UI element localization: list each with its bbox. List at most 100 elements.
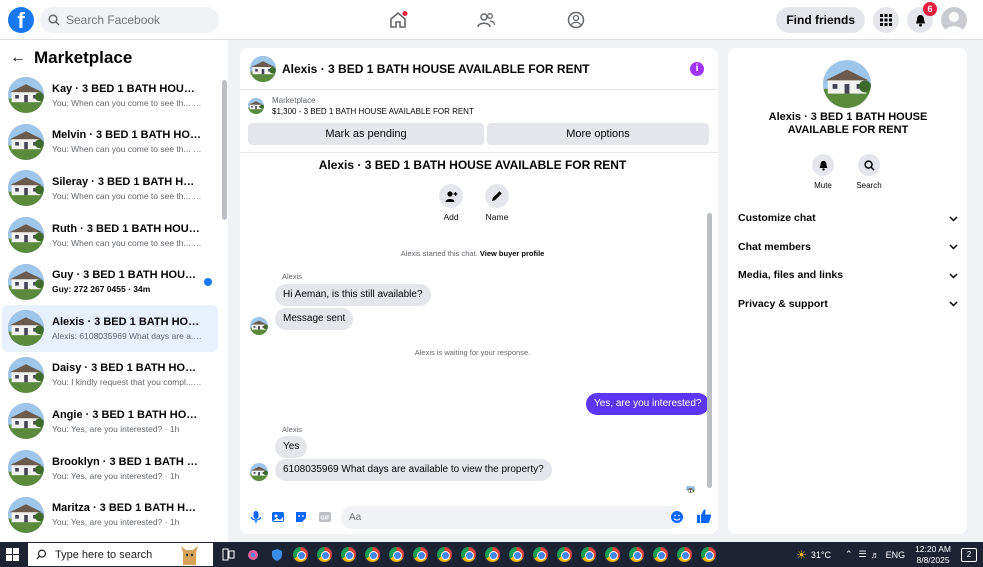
conversation-item[interactable]: Guy · 3 BED 1 BATH HOUSE AV... Guy: 272 2… xyxy=(2,258,218,305)
notification-center-icon[interactable]: 2 xyxy=(961,547,977,562)
conversation-item[interactable]: Angie · 3 BED 1 BATH HOUSE AV... You: Yes… xyxy=(2,398,218,445)
like-thumb-icon[interactable] xyxy=(696,508,712,524)
top-navbar: f Find friends 6 xyxy=(0,0,983,40)
chrome-icon[interactable] xyxy=(339,545,358,564)
chrome-icon[interactable] xyxy=(699,545,718,564)
chrome-icon[interactable] xyxy=(627,545,646,564)
chrome-icon[interactable] xyxy=(315,545,334,564)
taskbar-search[interactable]: Type here to search xyxy=(28,543,213,566)
conversation-item[interactable]: Ruth · 3 BED 1 BATH HOUSE AVA... You: Whe… xyxy=(2,212,218,259)
panel-section-row[interactable]: Privacy & support xyxy=(738,294,958,314)
conversation-item[interactable]: Daisy · 3 BED 1 BATH HOUSE AV... You: I k… xyxy=(2,352,218,399)
weather-icon[interactable]: ☀ xyxy=(796,548,807,562)
add-label: Add xyxy=(443,212,459,222)
profile-avatar[interactable] xyxy=(941,7,967,33)
mark-as-pending-button[interactable]: Mark as pending xyxy=(248,123,484,145)
photo-icon[interactable] xyxy=(271,510,285,524)
conversation-item[interactable]: Alexis · 3 BED 1 BATH HOUSE AV... Alexis:… xyxy=(2,304,218,352)
chrome-icon[interactable] xyxy=(363,545,382,564)
notifications-bell-icon[interactable]: 6 xyxy=(907,2,937,33)
unread-dot xyxy=(204,278,212,287)
chat-avatar[interactable] xyxy=(250,55,276,82)
chrome-icon[interactable] xyxy=(507,545,526,564)
name-chat-action[interactable]: Name xyxy=(477,184,517,222)
chrome-icon[interactable] xyxy=(411,545,430,564)
chrome-icon[interactable] xyxy=(603,545,622,564)
language-indicator[interactable]: ENG xyxy=(886,550,906,560)
chat-info-panel: Alexis · 3 BED 1 BATH HOUSE AVAILABLE FO… xyxy=(728,48,967,534)
chrome-icon[interactable] xyxy=(483,545,502,564)
chat-title[interactable]: Alexis · 3 BED 1 BATH HOUSE AVAILABLE FO… xyxy=(282,62,590,76)
back-arrow-icon[interactable]: ← xyxy=(10,49,26,67)
listing-summary[interactable]: Marketplace $1,300 - 3 BED 1 BATH HOUSE … xyxy=(248,96,474,116)
view-buyer-profile-link[interactable]: View buyer profile xyxy=(480,249,544,258)
sender-avatar[interactable] xyxy=(250,463,268,481)
message-bubble-incoming[interactable]: 6108035969 What days are available to vi… xyxy=(275,459,552,481)
chrome-icon[interactable] xyxy=(435,545,454,564)
search-input[interactable] xyxy=(66,13,206,27)
windows-start-icon[interactable] xyxy=(6,548,19,561)
search-in-chat-action[interactable]: Search xyxy=(849,154,889,190)
friends-icon[interactable] xyxy=(474,8,498,32)
chevron-down-icon xyxy=(949,244,958,250)
chrome-icon[interactable] xyxy=(387,545,406,564)
conversation-thumbnail xyxy=(8,403,44,440)
chrome-icon[interactable] xyxy=(675,545,694,564)
message-bubble-incoming[interactable]: Hi Aeman, is this still available? xyxy=(275,284,431,306)
sender-avatar[interactable] xyxy=(250,317,268,335)
message-bubble-outgoing[interactable]: Yes, are you interested? xyxy=(586,393,710,415)
chrome-icon[interactable] xyxy=(579,545,598,564)
conversation-preview: You: When can you come to see th... · 1m xyxy=(52,97,202,108)
message-bubble-incoming[interactable]: Yes xyxy=(275,436,308,458)
marketplace-title: Marketplace xyxy=(34,48,133,67)
conversation-preview: You: Yes, are you interested? · 1h xyxy=(52,517,180,528)
more-options-button[interactable]: More options xyxy=(487,123,709,145)
panel-section-row[interactable]: Media, files and links xyxy=(738,265,958,285)
sticker-icon[interactable] xyxy=(294,510,308,524)
task-view-icon[interactable] xyxy=(219,545,238,564)
home-icon[interactable] xyxy=(386,8,410,32)
conversation-name: Brooklyn · 3 BED 1 BATH HOUSE ... xyxy=(52,455,202,468)
conversation-item[interactable]: Maritza · 3 BED 1 BATH HOUSE A... You: Ye… xyxy=(2,491,218,538)
info-icon[interactable]: i xyxy=(690,62,704,76)
facebook-logo-icon[interactable]: f xyxy=(8,7,34,33)
conversation-item[interactable]: Kay · 3 BED 1 BATH HOUSE AVAI... You: Whe… xyxy=(2,72,218,119)
chrome-icon[interactable] xyxy=(531,545,550,564)
mute-action[interactable]: Mute xyxy=(803,154,843,190)
chrome-icon[interactable] xyxy=(651,545,670,564)
chrome-icon[interactable] xyxy=(291,545,310,564)
add-people-action[interactable]: Add xyxy=(431,184,471,222)
chrome-icon[interactable] xyxy=(459,545,478,564)
panel-title: Alexis · 3 BED 1 BATH HOUSE AVAILABLE FO… xyxy=(768,111,928,136)
conversation-preview: You: I kindly request that you compl... … xyxy=(52,377,202,388)
emoji-icon[interactable] xyxy=(670,510,684,524)
microphone-icon[interactable] xyxy=(249,510,263,524)
find-friends-button[interactable]: Find friends xyxy=(776,7,865,33)
tray-chevron-icon[interactable]: ⌃ xyxy=(845,549,853,560)
conversation-item[interactable]: Sileray · 3 BED 1 BATH HOUSE A... You: Wh… xyxy=(2,165,218,212)
conversation-list: Kay · 3 BED 1 BATH HOUSE AVAI... You: Whe… xyxy=(2,72,218,538)
conversation-item[interactable]: Melvin · 3 BED 1 BATH HOUSE A... You: Whe… xyxy=(2,119,218,166)
snipping-tool-icon[interactable] xyxy=(243,545,262,564)
sidebar-scrollbar[interactable] xyxy=(222,80,227,220)
panel-section-row[interactable]: Customize chat xyxy=(738,208,958,228)
temperature[interactable]: 31°C xyxy=(811,550,831,560)
gif-icon[interactable]: GIF xyxy=(318,510,332,524)
search-box[interactable] xyxy=(40,7,219,33)
panel-section-row[interactable]: Chat members xyxy=(738,237,958,257)
groups-icon[interactable] xyxy=(564,8,588,32)
conversation-item[interactable]: Brooklyn · 3 BED 1 BATH HOUSE ... You: Ye… xyxy=(2,445,218,492)
menu-grid-icon[interactable] xyxy=(873,7,899,33)
network-icon[interactable]: ☰ xyxy=(858,549,866,560)
message-bubble-incoming[interactable]: Message sent xyxy=(275,308,354,330)
shield-icon[interactable] xyxy=(267,545,286,564)
volume-icon[interactable]: ♬ xyxy=(871,550,880,560)
clock[interactable]: 12:20 AM 8/8/2025 xyxy=(915,544,951,566)
chat-scrollbar[interactable] xyxy=(707,213,712,488)
chrome-icon[interactable] xyxy=(555,545,574,564)
panel-avatar[interactable] xyxy=(823,60,871,108)
seen-avatar xyxy=(686,484,695,493)
notification-count-badge: 6 xyxy=(923,2,937,16)
message-input[interactable] xyxy=(341,506,681,529)
conversation-name: Alexis · 3 BED 1 BATH HOUSE AV... xyxy=(52,315,202,328)
